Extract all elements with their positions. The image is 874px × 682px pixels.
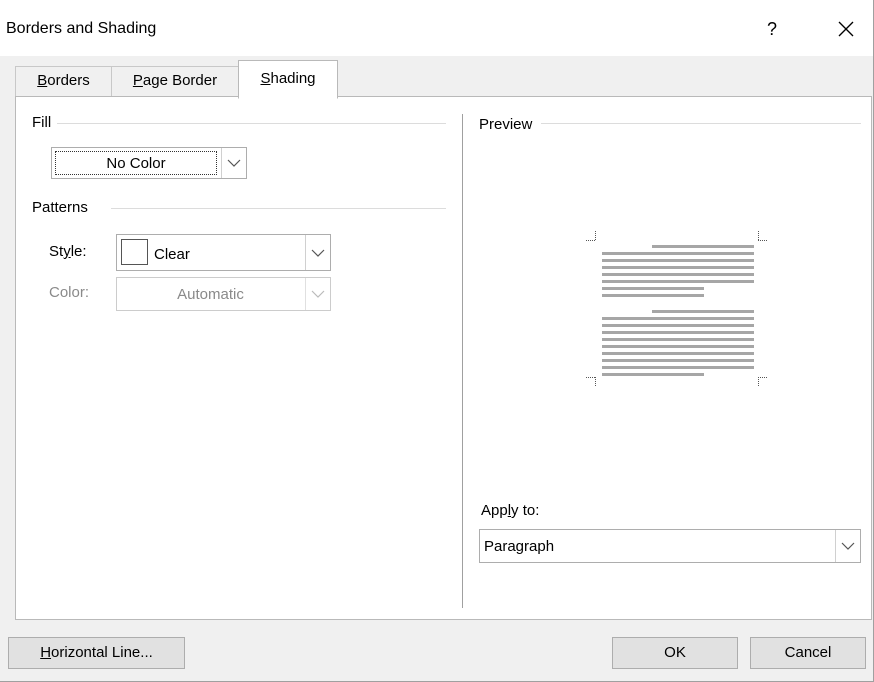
tab-borders-label: orders	[47, 72, 90, 89]
tab-page-border-label: age Border	[142, 72, 218, 89]
horizontal-line-label: orizontal Line...	[51, 644, 153, 661]
shading-tab-panel: Fill No Color Patterns Style: Clear Colo…	[15, 96, 872, 620]
pattern-style-value: Clear	[154, 246, 190, 263]
chevron-down-icon	[841, 542, 855, 550]
apply-to-value: Paragraph	[484, 537, 555, 555]
close-icon	[838, 21, 854, 37]
chevron-down-icon	[227, 159, 241, 167]
corner-mark-top-right	[758, 231, 768, 241]
patterns-group-line	[111, 208, 446, 209]
fill-group-line	[51, 123, 446, 124]
apply-to-label: Apply to:	[481, 502, 539, 519]
style-label-part: St	[49, 243, 64, 260]
dialog-title: Borders and Shading	[6, 20, 157, 37]
apply-to-label-part: App	[481, 502, 508, 519]
fill-color-value: No Color	[55, 151, 217, 175]
preview-line	[602, 280, 754, 283]
preview-group-line	[541, 123, 861, 124]
preview-group-label: Preview	[479, 116, 539, 133]
style-label: Style:	[49, 243, 87, 260]
pattern-color-value: Automatic	[177, 285, 244, 303]
preview-line	[602, 331, 754, 334]
preview-line	[652, 310, 754, 313]
preview-line	[602, 252, 754, 255]
fill-group-label: Fill	[32, 114, 58, 131]
ok-button[interactable]: OK	[612, 637, 738, 669]
pattern-color-label: Color:	[49, 284, 90, 301]
preview-line	[652, 245, 754, 248]
pattern-swatch	[121, 239, 148, 265]
preview-line	[602, 338, 754, 341]
corner-mark-bottom-left	[586, 377, 596, 387]
apply-to-dropdown[interactable]: Paragraph	[479, 529, 861, 563]
preview-line	[602, 345, 754, 348]
horizontal-line-button[interactable]: Horizontal Line...	[8, 637, 185, 669]
patterns-group-label: Patterns	[32, 199, 94, 216]
fill-dropdown-arrow[interactable]	[221, 148, 246, 178]
preview-line	[602, 259, 754, 262]
pattern-color-dropdown[interactable]: Automatic	[116, 277, 331, 311]
fill-color-dropdown[interactable]: No Color	[51, 147, 247, 179]
preview-line	[602, 266, 754, 269]
tab-borders-accesskey: B	[37, 72, 48, 89]
preview-line	[602, 366, 754, 369]
cancel-button[interactable]: Cancel	[750, 637, 866, 669]
tab-borders[interactable]: Borders	[15, 66, 112, 97]
style-label-part: le:	[70, 243, 87, 260]
borders-and-shading-dialog: Borders and Shading ? Borders Page Borde…	[0, 0, 874, 682]
preview-line	[602, 273, 754, 276]
preview-line	[602, 294, 704, 297]
preview-line	[602, 352, 754, 355]
preview-line	[602, 287, 704, 290]
color-dropdown-arrow[interactable]	[305, 278, 330, 310]
corner-mark-top-left	[586, 231, 596, 241]
help-button[interactable]: ?	[760, 16, 784, 42]
pattern-style-dropdown[interactable]: Clear	[116, 234, 331, 271]
chevron-down-icon	[311, 290, 325, 298]
close-button[interactable]	[831, 14, 861, 44]
preview-line	[602, 317, 754, 320]
style-dropdown-arrow[interactable]	[305, 235, 330, 270]
style-label-accesskey: y	[63, 243, 71, 260]
apply-to-label-part: y to:	[511, 502, 540, 519]
chevron-down-icon	[311, 249, 325, 257]
tab-page-border-accesskey: P	[132, 72, 143, 89]
preview-area[interactable]	[576, 227, 776, 392]
preview-line	[602, 359, 754, 362]
tab-shading-accesskey: S	[260, 70, 271, 87]
preview-line	[602, 373, 704, 376]
preview-line	[602, 324, 754, 327]
panel-separator	[462, 114, 463, 608]
tab-shading[interactable]: Shading	[238, 60, 338, 99]
horizontal-line-accesskey: H	[40, 644, 52, 661]
tab-page-border[interactable]: Page Border	[111, 66, 239, 97]
apply-to-dropdown-arrow[interactable]	[835, 530, 860, 562]
corner-mark-bottom-right	[758, 377, 768, 387]
tab-shading-label: hading	[270, 70, 316, 87]
title-bar: Borders and Shading ?	[0, 0, 873, 56]
